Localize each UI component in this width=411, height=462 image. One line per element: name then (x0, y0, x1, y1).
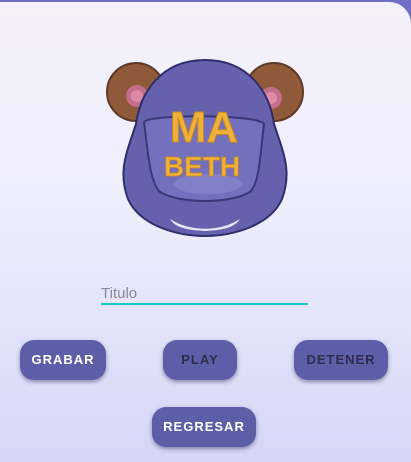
app-screen: MA BETH GRABAR PLAY DETENER REGRESAR (0, 0, 411, 462)
regresar-button[interactable]: REGRESAR (152, 407, 256, 447)
detener-button[interactable]: DETENER (294, 340, 388, 380)
mabeth-logo: MA BETH (100, 54, 310, 244)
logo-text-ma: MA (170, 103, 238, 152)
titulo-field[interactable] (101, 282, 308, 306)
main-card: MA BETH GRABAR PLAY DETENER REGRESAR (0, 2, 411, 462)
titulo-underline (101, 303, 308, 305)
mabeth-bear-logo-icon: MA BETH (106, 58, 304, 238)
titulo-input[interactable] (101, 282, 308, 304)
grabar-button[interactable]: GRABAR (20, 340, 106, 380)
play-button[interactable]: PLAY (163, 340, 237, 380)
logo-text-beth: BETH (164, 151, 240, 182)
